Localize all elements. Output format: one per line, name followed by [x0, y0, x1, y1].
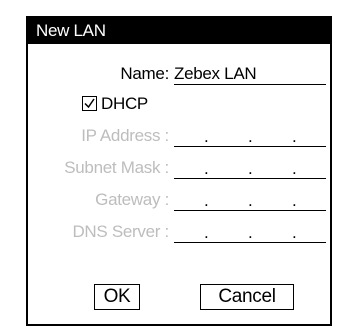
ip-dot: . — [204, 159, 209, 178]
ip-dot: . — [248, 191, 253, 210]
subnet-mask-field: . . . — [174, 156, 326, 179]
ip-address-field: . . . — [174, 124, 326, 147]
ip-dot: . — [248, 127, 253, 146]
ip-dot: . — [248, 223, 253, 242]
gateway-field: . . . — [174, 188, 326, 211]
gateway-row: Gateway : . . . — [28, 188, 330, 212]
dns-server-field: . . . — [174, 220, 326, 243]
ip-dot: . — [248, 159, 253, 178]
subnet-mask-row: Subnet Mask : . . . — [28, 156, 330, 180]
ok-button[interactable]: OK — [94, 284, 140, 310]
checkbox-checked-icon — [82, 96, 97, 111]
ip-dot: . — [204, 127, 209, 146]
ip-dot: . — [292, 127, 297, 146]
ip-address-label: IP Address : — [81, 126, 169, 145]
ip-dot: . — [292, 191, 297, 210]
cancel-button[interactable]: Cancel — [200, 284, 294, 310]
name-label: Name: — [120, 64, 169, 83]
dns-server-row: DNS Server : . . . — [28, 220, 330, 244]
dhcp-label: DHCP — [101, 94, 148, 113]
name-input[interactable]: Zebex LAN — [174, 62, 326, 85]
subnet-mask-label: Subnet Mask : — [64, 158, 169, 177]
new-lan-dialog: New LAN Name: Zebex LAN DHCP IP Address … — [26, 16, 332, 326]
dialog-title: New LAN — [28, 18, 330, 44]
gateway-label: Gateway : — [95, 190, 169, 209]
dhcp-checkbox[interactable]: DHCP — [82, 92, 148, 116]
dns-server-label: DNS Server : — [72, 222, 169, 241]
ip-address-row: IP Address : . . . — [28, 124, 330, 148]
name-row: Name: Zebex LAN — [28, 62, 330, 86]
dhcp-row: DHCP — [28, 92, 330, 116]
ip-dot: . — [204, 223, 209, 242]
ip-dot: . — [204, 191, 209, 210]
ip-dot: . — [292, 223, 297, 242]
ip-dot: . — [292, 159, 297, 178]
